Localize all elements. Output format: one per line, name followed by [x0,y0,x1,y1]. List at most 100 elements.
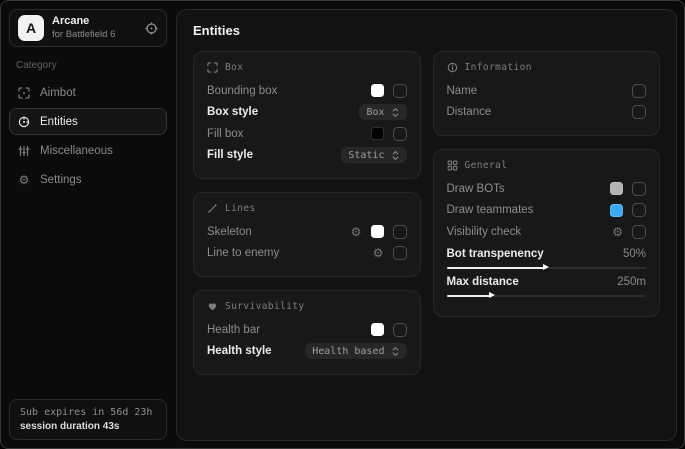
aimbot-crosshair-icon [17,87,31,99]
visibility-check-settings-gear-icon[interactable]: ⚙ [612,226,623,238]
sidebar-item-aimbot[interactable]: Aimbot [9,79,167,106]
draw-bots-checkbox[interactable] [632,182,646,196]
max-distance-slider[interactable] [447,295,647,297]
sidebar-item-settings[interactable]: ⚙ Settings [9,166,167,193]
max-distance-label: Max distance [447,276,519,288]
max-distance-value: 250m [617,276,646,288]
fill-box-color-swatch[interactable] [371,127,384,140]
card-lines: Lines Skeleton ⚙ Line to enemy ⚙ [193,192,421,277]
misc-grid-icon [17,145,31,157]
bot-transpenency-label: Bot transpenency [447,248,544,260]
card-title: Survivability [225,301,305,312]
row-distance: Distance [447,102,647,124]
bot-transpenency-slider-thumb[interactable] [543,264,549,270]
box-corners-icon [207,62,218,73]
sidebar: A Arcane for Battlefield 6 Category Aimb… [1,1,175,448]
card-title: Box [225,62,243,73]
distance-label: Distance [447,106,625,118]
skeleton-color-swatch[interactable] [371,225,384,238]
card-title: General [465,160,508,171]
row-box-style: Box style Box [207,102,407,124]
box-style-label: Box style [207,106,351,118]
arcane-window: A Arcane for Battlefield 6 Category Aimb… [0,0,685,449]
page-title: Entities [193,23,660,38]
skeleton-label: Skeleton [207,226,343,238]
right-column: Information Name Distance General Draw B… [433,51,661,317]
card-box: Box Bounding box Box style Box Fill box … [193,51,421,179]
sidebar-item-label: Aimbot [40,87,76,99]
category-label: Category [16,60,167,71]
fill-box-checkbox[interactable] [393,127,407,141]
visibility-check-label: Visibility check [447,226,605,238]
row-draw-bots: Draw BOTs [447,178,647,200]
row-fill-box: Fill box [207,123,407,145]
card-header-survivability: Survivability [207,301,407,312]
row-draw-teammates: Draw teammates [447,200,647,222]
app-avatar: A [18,15,44,41]
card-header-lines: Lines [207,203,407,214]
sidebar-item-label: Settings [40,174,82,186]
app-header-card: A Arcane for Battlefield 6 [9,9,167,47]
skeleton-settings-gear-icon[interactable]: ⚙ [351,226,362,238]
card-information: Information Name Distance [433,51,661,136]
health-bar-checkbox[interactable] [393,323,407,337]
card-general: General Draw BOTs Draw teammates Visibil… [433,149,661,317]
row-line-to-enemy: Line to enemy ⚙ [207,243,407,265]
card-header-box: Box [207,62,407,73]
health-style-selected-value: Health based [312,346,384,357]
row-bounding-box: Bounding box [207,80,407,102]
sidebar-nav: Aimbot Entities Miscellaneous⚙ Settings [9,79,167,193]
chevrons-updown-icon [391,150,400,161]
box-style-select[interactable]: Box [359,104,406,120]
bot-transpenency-value: 50% [623,248,646,260]
entities-panel: Entities Box Bounding box Box style Box … [176,9,677,441]
skeleton-checkbox[interactable] [393,225,407,239]
health-bar-color-swatch[interactable] [371,323,384,336]
box-style-selected-value: Box [366,107,384,118]
main-area: Entities Box Bounding box Box style Box … [175,1,684,448]
visibility-check-checkbox[interactable] [632,225,646,239]
name-checkbox[interactable] [632,84,646,98]
row-fill-style: Fill style Static [207,145,407,167]
sidebar-item-entities[interactable]: Entities [9,108,167,135]
draw-teammates-label: Draw teammates [447,204,603,216]
sidebar-item-miscellaneous[interactable]: Miscellaneous [9,137,167,164]
gear-icon: ⚙ [17,174,31,186]
row-visibility-check: Visibility check ⚙ [447,221,647,243]
health-style-select[interactable]: Health based [305,343,406,359]
bounding-box-color-swatch[interactable] [371,84,384,97]
row-health-style: Health style Health based [207,341,407,363]
draw-teammates-checkbox[interactable] [632,203,646,217]
line-to-enemy-label: Line to enemy [207,247,365,259]
fill-style-select[interactable]: Static [341,147,406,163]
bot-transpenency-slider[interactable] [447,267,647,269]
info-icon [447,62,458,73]
line-icon [207,203,218,214]
session-duration-text: session duration 43s [20,421,156,432]
distance-checkbox[interactable] [632,105,646,119]
draw-bots-label: Draw BOTs [447,183,603,195]
chevrons-updown-icon [391,346,400,357]
subscription-card: Sub expires in 56d 23h session duration … [9,399,167,440]
entities-radar-icon [17,116,31,128]
bounding-box-checkbox[interactable] [393,84,407,98]
draw-bots-color-swatch[interactable] [610,182,623,195]
sidebar-item-label: Entities [40,116,78,128]
draw-teammates-color-swatch[interactable] [610,204,623,217]
max-distance-slider-thumb[interactable] [489,292,495,298]
left-column: Box Bounding box Box style Box Fill box … [193,51,421,375]
fill-style-selected-value: Static [348,150,384,161]
health-style-label: Health style [207,345,297,357]
row-bot-transpenency: Bot transpenency 50% [447,248,647,269]
fill-style-label: Fill style [207,149,333,161]
line-to-enemy-checkbox[interactable] [393,246,407,260]
app-subtitle: for Battlefield 6 [52,29,115,41]
row-health-bar: Health bar [207,319,407,341]
heart-icon [207,301,218,312]
app-meta: Arcane for Battlefield 6 [52,15,115,41]
row-skeleton: Skeleton ⚙ [207,221,407,243]
card-columns: Box Bounding box Box style Box Fill box … [193,51,660,375]
line-to-enemy-settings-gear-icon[interactable]: ⚙ [373,247,384,259]
crosshair-icon[interactable] [145,22,158,35]
app-name: Arcane [52,15,115,29]
